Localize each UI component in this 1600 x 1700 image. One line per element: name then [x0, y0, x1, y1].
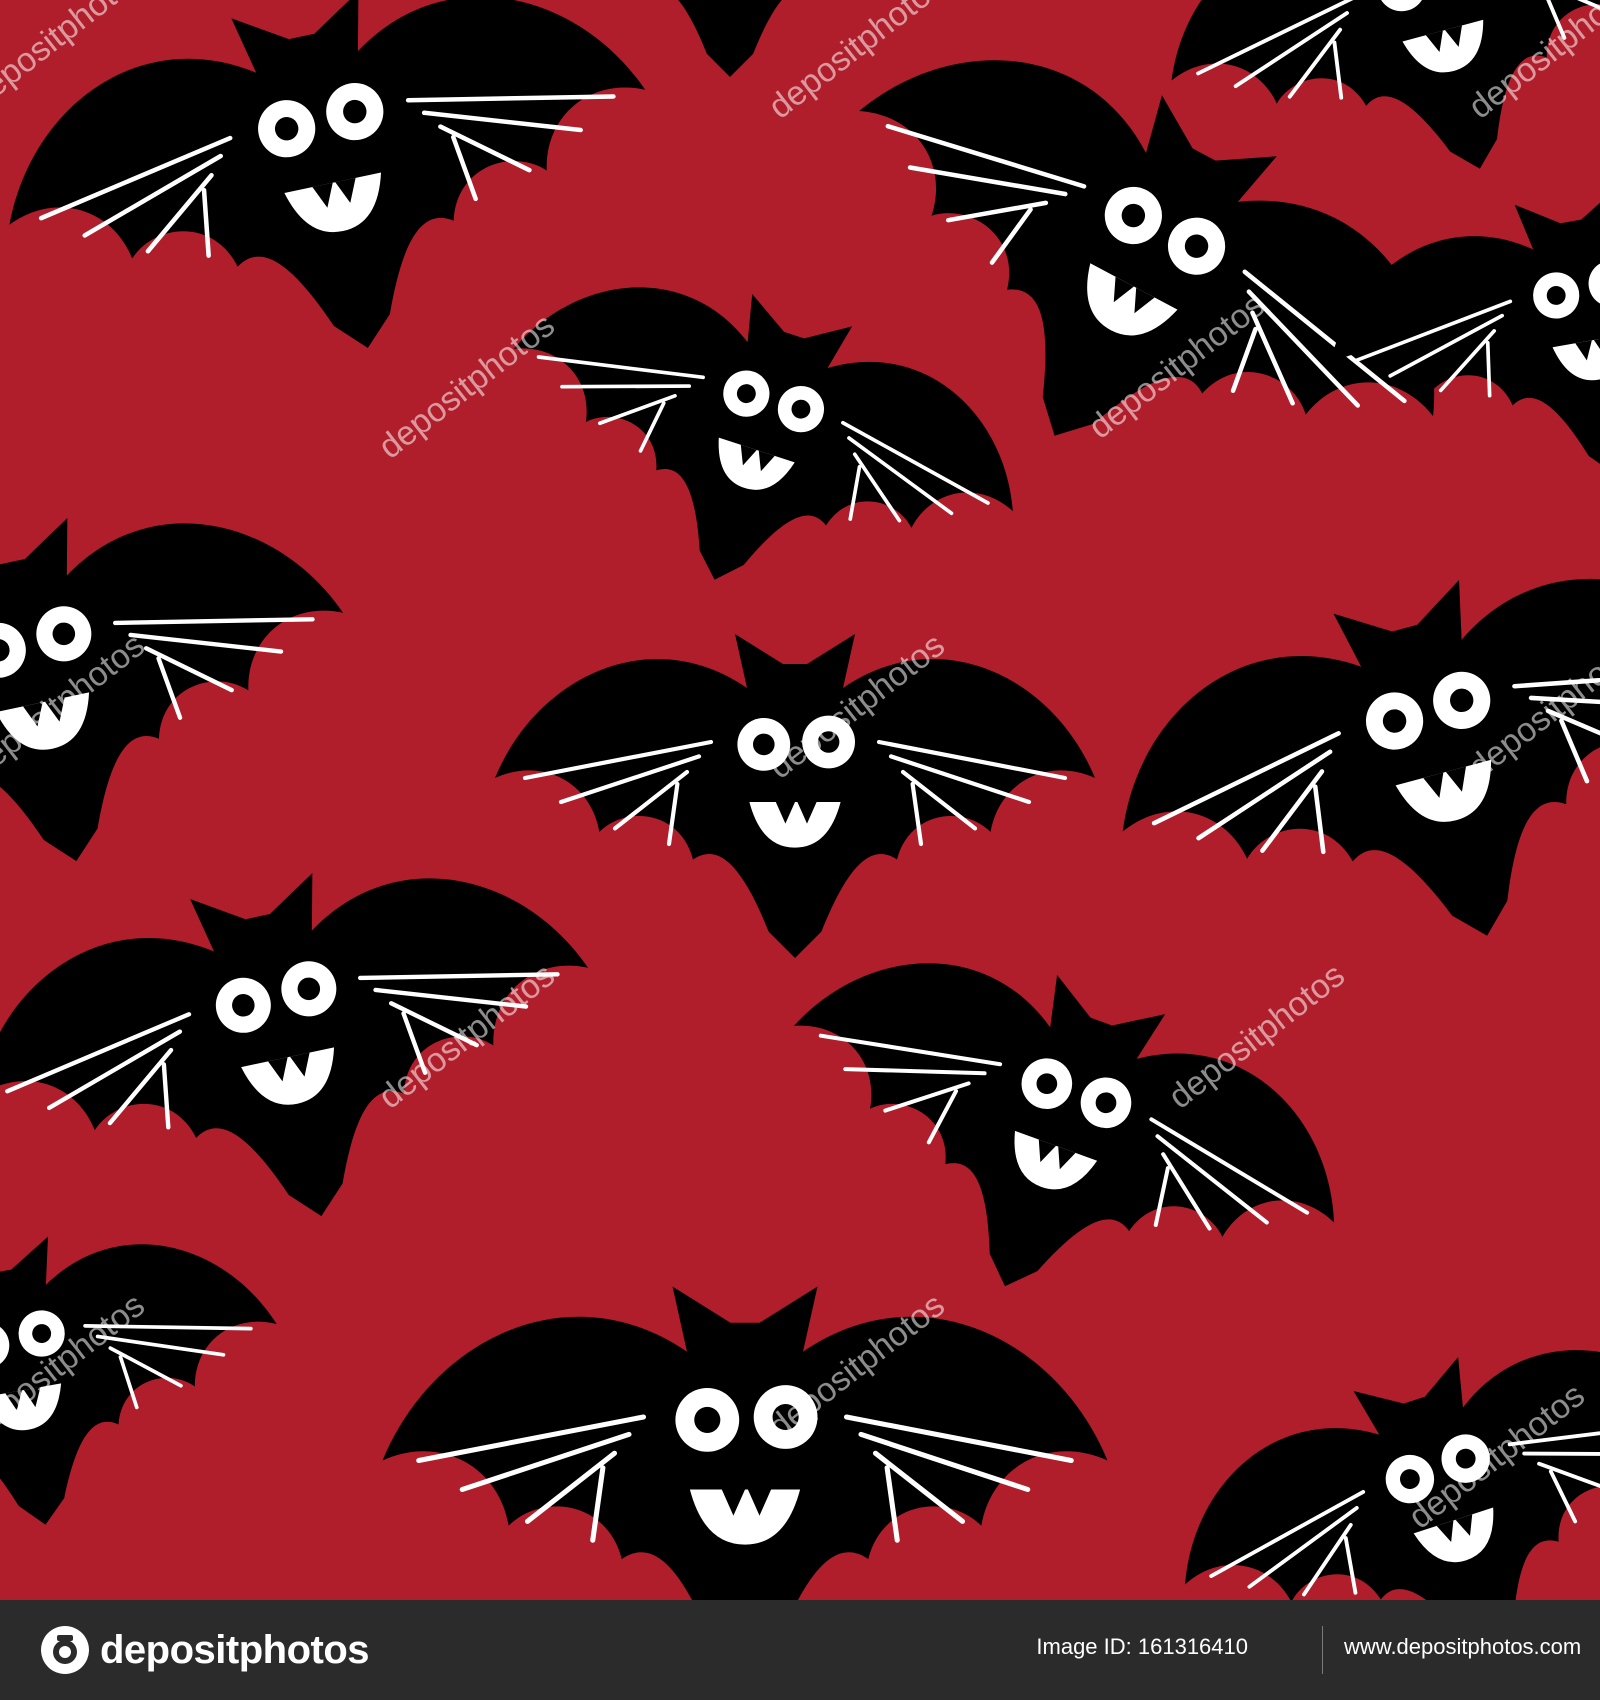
footer-divider [1322, 1626, 1323, 1674]
image-id-label: Image ID: 161316410 [1036, 1634, 1248, 1659]
site-url-link[interactable]: www.depositphotos.com [1344, 1634, 1581, 1660]
bat-pattern: depositphotos depositphotos depositphotos d… [0, 0, 1600, 1600]
camera-icon [41, 1626, 89, 1674]
depositphotos-logo[interactable]: depositphotos [40, 1618, 370, 1682]
logo-text: depositphotos [100, 1627, 370, 1672]
stock-image-page: depositphotos depositphotos depositphotos d… [0, 0, 1600, 1700]
bat-pattern-canvas: depositphotosdepositphotos depositphotosd… [0, 0, 1600, 1600]
footer-bar: depositphotos Image ID: 161316410 www.de… [0, 1600, 1600, 1700]
